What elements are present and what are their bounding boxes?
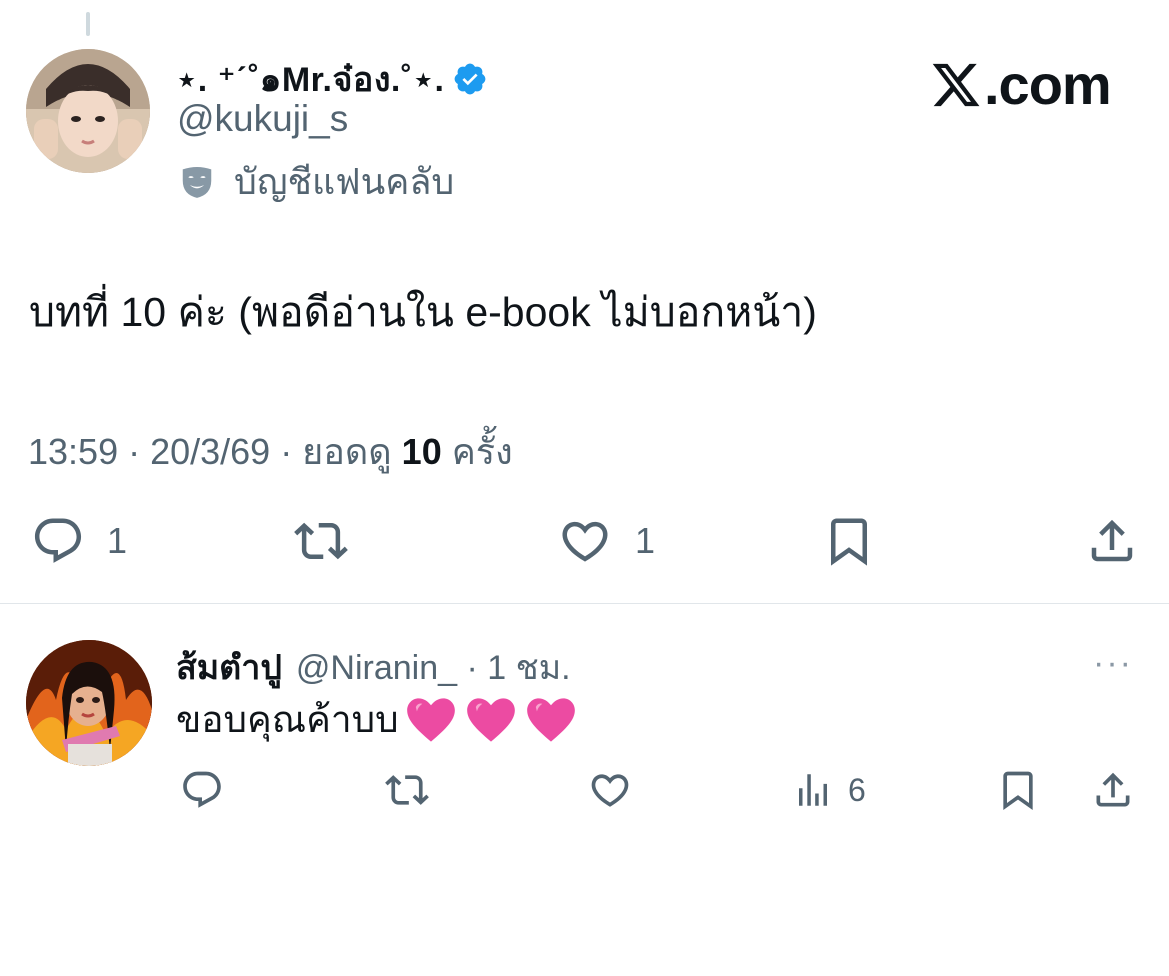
x-com-text: .com: [984, 53, 1112, 116]
retweet-button[interactable]: [288, 514, 354, 568]
reply-author-avatar[interactable]: [26, 640, 152, 766]
view-count-suffix: ครั้ง: [441, 431, 513, 472]
reply-text-row: ขอบคุณค้าบบ: [176, 690, 577, 749]
view-count: 10: [401, 431, 442, 472]
bookmark-button[interactable]: [822, 514, 876, 568]
reply-handle-time[interactable]: @Niranin_ · 1 ชม.: [296, 640, 571, 694]
share-button[interactable]: [1084, 514, 1140, 568]
reply-author-name[interactable]: ส้มตำปู: [176, 640, 282, 694]
reply-view-count: 6: [848, 771, 866, 808]
reply-share-button[interactable]: [1090, 768, 1136, 812]
fanclub-label: บัญชีแฟนคลับ: [234, 161, 455, 202]
views-icon: [799, 774, 827, 806]
like-count: 1: [635, 520, 656, 561]
like-icon: [562, 521, 608, 562]
heart-emoji-icon: [406, 697, 455, 742]
reply-bookmark-button[interactable]: [996, 768, 1040, 812]
fanclub-badge: บัญชีแฟนคลับ: [178, 153, 454, 210]
author-handle[interactable]: @kukuji_s: [177, 98, 348, 140]
reply-text: ขอบคุณค้าบบ: [176, 699, 399, 740]
verified-badge-icon: [455, 63, 486, 95]
reply-icon: [34, 518, 82, 563]
reply-count: 1: [107, 520, 128, 561]
bookmark-icon: [831, 518, 867, 566]
mask-icon: [182, 166, 212, 198]
share-icon: [1091, 519, 1133, 562]
heart-emoji-icon: [466, 697, 515, 742]
tweet-divider: [0, 603, 1169, 604]
tweet-text: บทที่ 10 ค่ะ (พอดีอ่านใน e-book ไม่บอกหน…: [29, 289, 817, 335]
reply-reply-button[interactable]: [178, 768, 226, 812]
share-icon: [1096, 772, 1130, 807]
reply-retweet-button[interactable]: [380, 768, 434, 812]
like-icon: [591, 774, 629, 807]
like-button[interactable]: 1: [555, 514, 655, 568]
retweet-icon: [385, 775, 429, 805]
bookmark-icon: [1003, 771, 1033, 811]
reply-avatar-image: [26, 640, 152, 766]
x-logo-icon: [932, 63, 980, 106]
reply-header: ส้มตำปู @Niranin_ · 1 ชม.: [176, 640, 571, 694]
thread-line: [86, 12, 90, 36]
reply-button[interactable]: 1: [29, 514, 127, 568]
author-avatar[interactable]: [26, 49, 150, 173]
author-avatar-image: [26, 49, 150, 173]
more-options-button[interactable]: ···: [1093, 644, 1133, 683]
heart-emoji-icon: [526, 697, 575, 742]
x-com-logo: .com: [930, 52, 1112, 117]
reply-like-button[interactable]: [585, 768, 635, 812]
retweet-icon: [294, 522, 348, 560]
tweet-timestamp[interactable]: 13:59 · 20/3/69 · ยอดดู: [28, 431, 402, 472]
tweet-meta: 13:59 · 20/3/69 · ยอดดู 10 ครั้ง: [28, 423, 513, 480]
reply-views-button[interactable]: 6: [792, 768, 866, 812]
reply-icon: [183, 771, 221, 808]
